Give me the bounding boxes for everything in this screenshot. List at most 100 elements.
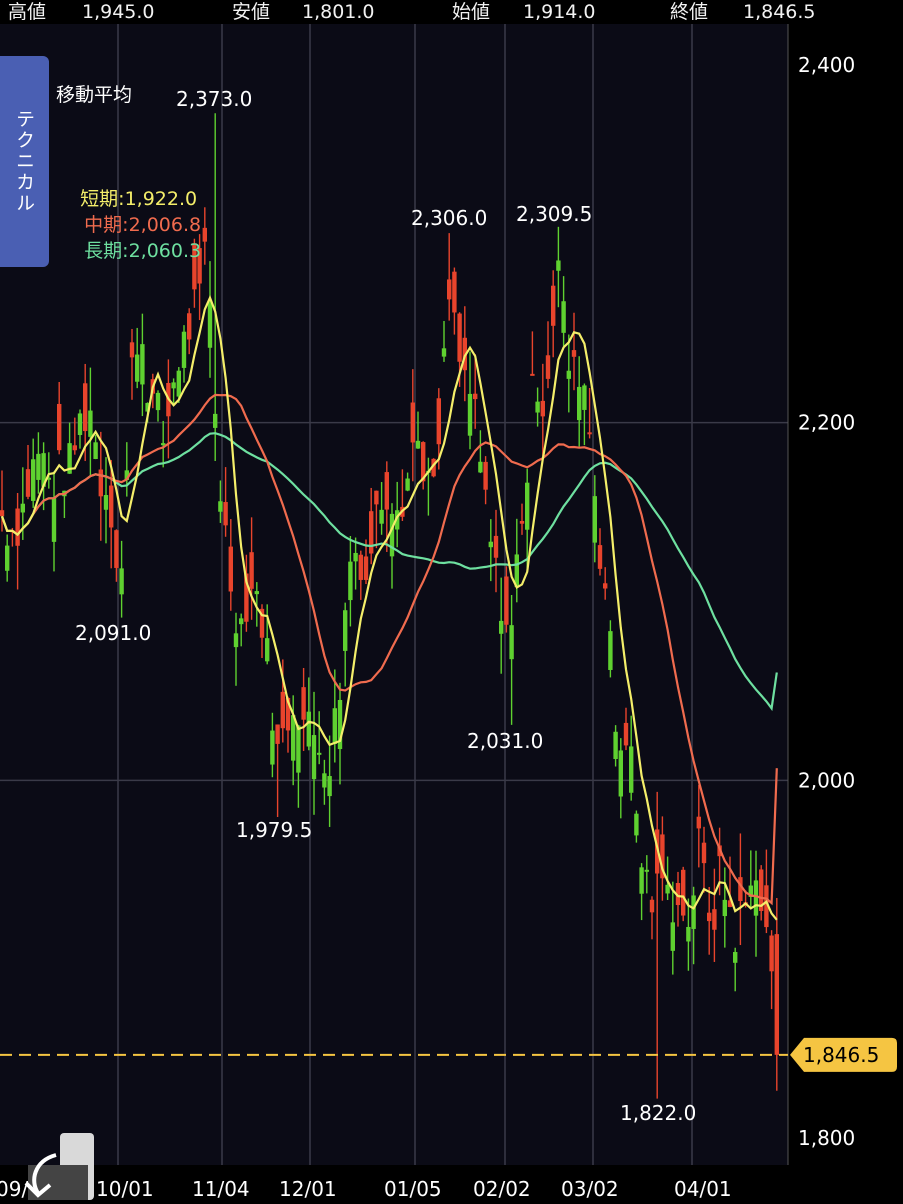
candle-body: [665, 884, 670, 894]
candle-body: [31, 459, 36, 501]
ma-long: 長期:2,060.3: [84, 240, 202, 262]
candle-body: [415, 440, 421, 449]
candle-body: [202, 227, 207, 242]
candle-body: [603, 583, 608, 589]
candle-body: [72, 445, 77, 451]
candle-body: [696, 816, 701, 829]
candle-body: [239, 618, 244, 625]
candle-body: [223, 502, 228, 526]
candle-body: [561, 301, 566, 333]
candle-body: [769, 935, 774, 972]
candle-body: [353, 552, 358, 562]
candle-body: [181, 331, 187, 368]
ma-values: 短期:1,922.0 中期:2,006.8 長期:2,060.3: [56, 160, 201, 290]
candle-body: [441, 348, 447, 357]
candle-body: [478, 461, 483, 473]
candle-body: [218, 501, 223, 512]
candle-body: [467, 393, 473, 436]
candle-body: [556, 260, 561, 271]
candle-body: [187, 313, 192, 340]
candle-body: [109, 485, 114, 528]
y-tick-label: 2,000: [798, 768, 855, 792]
candle-body: [634, 813, 639, 836]
candle-body: [129, 342, 135, 358]
candle-body: [135, 354, 140, 382]
candle-body: [358, 554, 363, 580]
candle-body: [88, 410, 93, 437]
candle-body: [686, 926, 691, 942]
x-tick-label: 04/01: [674, 1177, 732, 1200]
candle-body: [753, 880, 759, 916]
candle-body: [0, 510, 5, 517]
candle-body: [436, 398, 441, 445]
x-tick-label: 11/04: [192, 1177, 250, 1200]
candle-body: [15, 508, 20, 546]
candle-body: [691, 895, 696, 929]
candle-body: [701, 842, 707, 864]
candle-body: [410, 402, 415, 443]
candle-body: [213, 413, 218, 428]
candle-body: [270, 730, 275, 765]
candle-body: [20, 503, 25, 513]
candle-body: [51, 497, 57, 542]
candle-body: [25, 469, 31, 497]
candle-body: [623, 722, 629, 746]
candle-body: [774, 934, 779, 1055]
current-price-label: 1,846.5: [803, 1043, 879, 1067]
candle-body: [639, 867, 644, 894]
candle-body: [566, 370, 571, 379]
technical-tab-label: テクニカル: [13, 109, 35, 214]
candle-body: [207, 300, 213, 348]
candle-body: [83, 383, 88, 432]
technical-tab[interactable]: テクニカル: [0, 56, 49, 267]
candle-body: [551, 285, 556, 326]
candle-body: [369, 511, 374, 554]
candle-body: [545, 355, 551, 379]
back-button[interactable]: [20, 1133, 94, 1200]
candle-body: [140, 344, 145, 385]
candle-body: [592, 496, 597, 543]
back-arrow-icon: [24, 1133, 94, 1200]
candle-body: [5, 545, 10, 571]
candle-body: [504, 576, 509, 625]
candle-body: [343, 610, 348, 651]
x-tick-label: 03/02: [561, 1177, 619, 1200]
candle-body: [317, 752, 322, 755]
candle-body: [306, 711, 311, 747]
candle-body: [348, 561, 353, 601]
candle-body: [301, 687, 306, 720]
candle-body: [473, 393, 478, 400]
candle-body: [488, 541, 493, 548]
candle-body: [161, 443, 166, 446]
y-tick-label: 2,200: [798, 411, 855, 435]
ma-mid: 中期:2,006.8: [84, 214, 202, 236]
price-annotation: 2,091.0: [75, 621, 151, 645]
candle-body: [670, 922, 675, 951]
price-annotation: 1,979.5: [236, 818, 312, 842]
candle-body: [228, 546, 233, 592]
candle-body: [363, 556, 369, 580]
candle-body: [608, 631, 613, 670]
candle-body: [389, 513, 395, 557]
moving-average-legend: 移動平均 短期:1,922.0 中期:2,006.8 長期:2,060.3: [56, 30, 201, 316]
candle-body: [644, 869, 649, 872]
candle-body: [571, 350, 577, 357]
candle-body: [249, 552, 254, 589]
candle-body: [36, 453, 41, 480]
candle-body: [618, 750, 623, 797]
candle-body: [77, 413, 83, 436]
candle-body: [712, 909, 717, 930]
candle-body: [114, 530, 119, 568]
candle-body: [93, 442, 98, 460]
y-tick-label: 2,400: [798, 53, 855, 77]
candle-body: [171, 382, 176, 389]
candle-body: [374, 490, 379, 505]
candle-body: [530, 373, 535, 376]
price-annotation: 2,031.0: [467, 729, 543, 753]
candle-body: [535, 401, 540, 413]
candle-body: [540, 400, 545, 417]
candle-body: [405, 478, 410, 491]
candle-body: [280, 691, 285, 729]
y-tick-label: 1,800: [798, 1126, 855, 1150]
x-tick-label: 12/01: [279, 1177, 337, 1200]
